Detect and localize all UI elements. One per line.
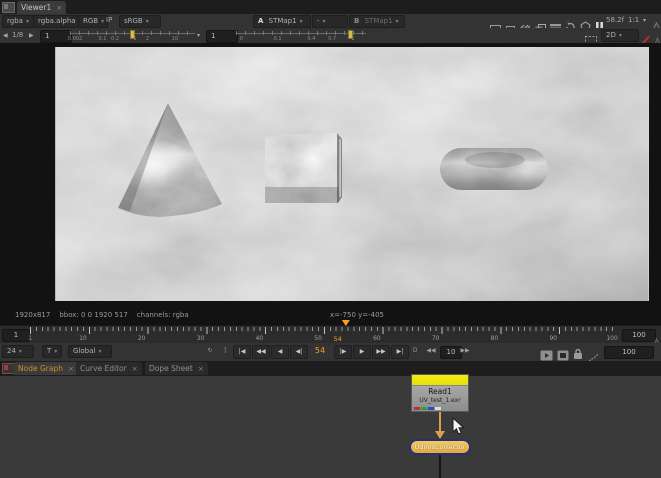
playback-mode-icon[interactable]: ↻	[203, 345, 217, 357]
zoom-level-readout[interactable]: 1:1	[628, 13, 639, 28]
blue-channel-chip	[428, 407, 434, 410]
green-channel-chip	[421, 407, 427, 410]
alpha-layer-select[interactable]: rgba.alpha▾	[33, 15, 79, 28]
step-forward-button[interactable]: |▶	[334, 345, 352, 359]
gamma-input[interactable]: 1	[206, 30, 238, 43]
red-channel-chip	[414, 407, 420, 410]
ab-blend-select[interactable]: -▾	[312, 15, 348, 28]
chevron-down-icon: ▾	[19, 348, 22, 355]
tab-node-graph-label: Node Graph	[18, 364, 63, 373]
channel-chips	[414, 407, 441, 410]
tab-viewer1-label: Viewer1	[21, 3, 51, 12]
play-forward-button[interactable]: ▶	[353, 345, 371, 359]
input-b-select[interactable]: B STMap1▾	[349, 15, 405, 28]
nuke-window: Viewer1 × rgba▾ rgba.alpha▾ RGB▾ IP sRGB▾…	[0, 0, 661, 478]
input-a-label: A	[258, 17, 263, 25]
tab-dope-sheet[interactable]: Dope Sheet ×	[145, 362, 208, 375]
chevron-down-icon: ▾	[98, 348, 101, 355]
step-back-button[interactable]: ◀|	[290, 345, 308, 359]
play-backward-button[interactable]: ◀	[271, 345, 289, 359]
tab-close-icon[interactable]: ×	[198, 365, 204, 373]
pointer-coordinates: x=-750 y=-405	[330, 311, 384, 319]
playback-range-end[interactable]: 100	[604, 346, 654, 359]
gamma-chevron-down-icon[interactable]: ▾	[197, 28, 200, 43]
input-process-toggle[interactable]: IP	[106, 13, 112, 28]
node-output-stem[interactable]	[439, 455, 441, 478]
node-name-label: Read1	[412, 387, 468, 396]
zoom-chevron-down-icon[interactable]: ▾	[643, 13, 646, 28]
tab-close-icon[interactable]: ×	[56, 4, 62, 12]
tab-node-graph[interactable]: Node Graph ×	[14, 362, 78, 375]
previous-keyframe-button[interactable]: ◀◀	[252, 345, 270, 359]
range-end-input[interactable]: 100	[622, 329, 656, 342]
goto-end-button[interactable]: ▶|	[391, 345, 409, 359]
node-file-label: UV_test_1.exr	[412, 397, 468, 404]
viewer-toolbar-top: rgba▾ rgba.alpha▾ RGB▾ IP sRGB▾ A STMap1…	[0, 14, 661, 28]
image-bbox: bbox: 0 0 1920 517	[59, 311, 127, 319]
node-graph[interactable]: Read1 UV_test_1.exr UdimsCorrector	[0, 376, 661, 478]
jump-forward-button[interactable]: ▶▶	[458, 345, 472, 357]
jump-back-button[interactable]: ◀◀	[424, 345, 438, 357]
chevron-down-icon: ▾	[300, 18, 303, 25]
chevron-down-icon: ▾	[101, 18, 104, 25]
viewer-canvas[interactable]: 1920x817 bbox: 0 0 1920 517 channels: rg…	[0, 43, 661, 325]
chevron-down-icon: ▾	[619, 32, 622, 39]
goto-start-button[interactable]: |◀	[233, 345, 251, 359]
loop-mode-icon[interactable]: O	[410, 345, 420, 357]
timeline: 1 1 10 20 30 40 50 60 70 80 90 100 54 10…	[0, 325, 661, 343]
connection-arrow-icon	[435, 431, 445, 439]
view-mode-select[interactable]: 2D▾	[601, 29, 639, 42]
tab-curve-editor[interactable]: Curve Editor ×	[76, 362, 142, 375]
node-read1[interactable]: Read1 UV_test_1.exr	[411, 374, 469, 412]
mouse-cursor-icon	[452, 417, 465, 436]
proxy-level-label[interactable]: 1/8	[12, 28, 23, 43]
next-keyframe-button[interactable]: ▶▶	[372, 345, 390, 359]
tab-dope-sheet-label: Dope Sheet	[149, 364, 193, 373]
playback-controls: 24▾ T▾ Global▾ ↻ [ |◀ ◀◀ ◀ ◀| 54 |▶ ▶ ▶▶…	[0, 343, 661, 361]
pane-menu-icon[interactable]	[2, 2, 15, 13]
fps-select[interactable]: 24▾	[2, 345, 34, 358]
gamma-slider[interactable]: 0 0.1 0.4 0.7 1	[236, 29, 366, 42]
dock-tabbar: Node Graph × Curve Editor × Dope Sheet ×	[0, 361, 661, 376]
viewer-toolbar-bottom: ◀ 1/8 ▶ 1 0.002 0.1 0.2 1 2 10 ▾ 1 0 0.1…	[0, 28, 661, 43]
input-b-label: B	[354, 17, 359, 25]
viewer-image[interactable]	[55, 47, 649, 301]
gain-slider[interactable]: 0.002 0.1 0.2 1 2 10	[70, 29, 195, 42]
channel-select[interactable]: RGB▾	[78, 15, 108, 28]
node-thumbnail	[412, 375, 468, 386]
viewer-info-bar: 1920x817 bbox: 0 0 1920 517 channels: rg…	[15, 311, 189, 319]
viewer-tabbar: Viewer1 ×	[0, 0, 661, 14]
input-a-select[interactable]: A STMap1▾	[253, 15, 311, 28]
render-speed-readout: 58.2f	[606, 13, 624, 28]
chevron-down-icon: ▾	[26, 18, 29, 25]
time-format-select[interactable]: T▾	[42, 345, 62, 358]
range-bracket-icon[interactable]: [	[221, 345, 230, 357]
viewer-lut-select[interactable]: sRGB▾	[119, 15, 161, 28]
range-start-input[interactable]: 1	[2, 329, 30, 342]
chevron-down-icon: ▾	[146, 18, 149, 25]
chevron-down-icon: ▾	[323, 18, 326, 25]
chevron-down-icon: ▾	[54, 348, 57, 355]
current-frame-input[interactable]: 54	[309, 344, 331, 358]
image-channels: channels: rgba	[137, 311, 189, 319]
alpha-channel-chip	[435, 407, 441, 410]
frame-slider[interactable]: 1 10 20 30 40 50 60 70 80 90 100 54	[28, 326, 620, 343]
tab-close-icon[interactable]: ×	[68, 365, 74, 373]
tab-close-icon[interactable]: ×	[132, 365, 138, 373]
image-resolution: 1920x817	[15, 311, 50, 319]
rendered-frame	[55, 47, 649, 301]
tab-curve-editor-label: Curve Editor	[80, 364, 127, 373]
tab-viewer1[interactable]: Viewer1 ×	[17, 1, 66, 14]
layer-select[interactable]: rgba▾	[2, 15, 34, 28]
playhead-marker-icon[interactable]	[342, 320, 350, 345]
node-connection[interactable]	[439, 412, 441, 432]
frame-major-ticks	[30, 327, 617, 334]
frame-range-mode-select[interactable]: Global▾	[68, 345, 112, 358]
chevron-down-icon: ▾	[396, 18, 399, 25]
proxy-next-icon[interactable]: ▶	[29, 28, 34, 43]
node-udims-corrector[interactable]: UdimsCorrector	[409, 439, 471, 455]
proxy-prev-icon[interactable]: ◀	[3, 28, 8, 43]
